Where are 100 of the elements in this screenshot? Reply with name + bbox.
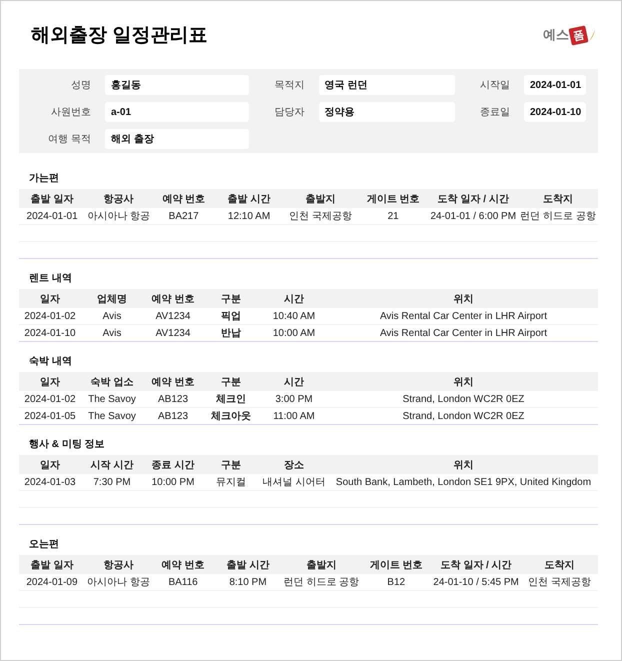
section-title: 가는편 [29, 172, 60, 186]
table-cell: 21 [358, 208, 428, 224]
table-cell: 2024-01-05 [19, 408, 81, 424]
table-cell: 2024-01-02 [19, 391, 81, 408]
table-cell: 아시아나 항공 [85, 208, 152, 224]
column-header: 예약 번호 [152, 555, 214, 574]
column-header: 장소 [259, 455, 329, 474]
field-label: 성명 [70, 79, 91, 92]
table-cell: 11:00 AM [259, 408, 329, 424]
table-cell: South Bank, Lambeth, London SE1 9PX, United Kingdom [329, 474, 598, 490]
column-header: 종료 시간 [143, 455, 203, 474]
column-header: 도착 일자 / 시간 [431, 555, 521, 574]
table-cell: AB123 [143, 408, 203, 424]
table-cell: 체크인 [203, 391, 259, 408]
column-header: 항공사 [85, 189, 152, 208]
column-header: 출발 시간 [215, 189, 283, 208]
table-cell: 런던 히드로 공항 [282, 574, 362, 590]
table-cell: 반납 [203, 324, 259, 341]
field-label: 여행 목적 [47, 133, 91, 146]
column-header: 예약 번호 [143, 372, 203, 391]
column-header: 출발 시간 [214, 555, 282, 574]
column-header: 위치 [329, 289, 598, 308]
table-cell: 2024-01-02 [19, 308, 81, 324]
section-title: 숙박 내역 [29, 355, 73, 369]
column-header: 게이트 번호 [358, 189, 428, 208]
table-cell: 2024-01-10 [19, 324, 81, 341]
column-header: 일자 [19, 455, 81, 474]
input-field[interactable]: a-01 [105, 102, 249, 122]
column-header: 출발지 [282, 189, 358, 208]
table-cell: 픽업 [203, 308, 259, 324]
section-title: 행사 & 미팅 정보 [29, 438, 106, 452]
input-field[interactable]: 홍길동 [105, 75, 249, 95]
table-cell: Avis [81, 308, 143, 324]
table-cell: BA217 [152, 208, 216, 224]
input-field[interactable]: 영국 런던 [318, 75, 454, 95]
column-header: 구분 [203, 372, 259, 391]
input-field[interactable]: 해외 출장 [105, 129, 249, 149]
column-header: 도착지 [518, 189, 598, 208]
field-label: 담당자 [274, 106, 304, 119]
input-field[interactable]: 2024-01-10 [524, 102, 586, 122]
table-cell: The Savoy [81, 391, 143, 408]
input-field[interactable]: 2024-01-01 [524, 75, 586, 95]
table-cell: Strand, London WC2R 0EZ [329, 391, 598, 408]
table-cell: 인천 국제공항 [282, 208, 358, 224]
column-header: 항공사 [84, 555, 152, 574]
section-title: 오는편 [29, 538, 60, 552]
table-cell: 8:10 PM [214, 574, 282, 590]
table-cell: B12 [361, 574, 432, 590]
logo-text: 예스 [543, 26, 569, 44]
field-label: 종료일 [479, 106, 510, 119]
table-cell: 내셔널 시어터 [259, 474, 329, 490]
column-header: 출발 일자 [19, 189, 86, 208]
table-cell: 2024-01-03 [19, 474, 81, 490]
table-cell: 12:10 AM [215, 208, 283, 224]
field-label: 시작일 [479, 79, 510, 92]
table-cell: 24-01-01 / 6:00 PM [428, 208, 518, 224]
column-header: 도착지 [520, 555, 598, 574]
column-header: 게이트 번호 [361, 555, 432, 574]
field-label: 사원번호 [50, 106, 91, 119]
table-cell: 2024-01-01 [19, 208, 86, 224]
table-cell: 3:00 PM [259, 391, 329, 408]
column-header: 출발 일자 [19, 555, 85, 574]
table-cell: AB123 [143, 391, 203, 408]
table-cell: 2024-01-09 [19, 574, 85, 590]
column-header: 출발지 [282, 555, 362, 574]
table-cell: 런던 히드로 공항 [518, 208, 598, 224]
column-header: 일자 [19, 289, 81, 308]
column-header: 시간 [259, 372, 329, 391]
page-title: 해외출장 일정관리표 [31, 24, 208, 48]
table-cell: AV1234 [143, 308, 203, 324]
table-cell: 인천 국제공항 [520, 574, 598, 590]
table-cell: Avis Rental Car Center in LHR Airport [329, 308, 598, 324]
table-cell: 10:00 PM [143, 474, 203, 490]
column-header: 위치 [329, 455, 598, 474]
table-cell: 10:00 AM [259, 324, 329, 341]
column-header: 업체명 [81, 289, 143, 308]
table-cell: BA116 [152, 574, 214, 590]
table-cell: 체크아웃 [203, 408, 259, 424]
table-cell: The Savoy [81, 408, 143, 424]
column-header: 구분 [203, 289, 259, 308]
field-label: 목적지 [274, 79, 304, 92]
input-field[interactable]: 정약용 [318, 102, 454, 122]
column-header: 시작 시간 [81, 455, 143, 474]
table-cell: 아시아나 항공 [84, 574, 152, 590]
table-cell: 7:30 PM [81, 474, 143, 490]
section-title: 렌트 내역 [29, 272, 73, 286]
column-header: 예약 번호 [152, 189, 216, 208]
column-header: 시간 [259, 289, 329, 308]
logo-badge: 폼 [568, 24, 589, 46]
column-header: 위치 [329, 372, 598, 391]
column-header: 예약 번호 [143, 289, 203, 308]
column-header: 도착 일자 / 시간 [428, 189, 518, 208]
table-cell: 뮤지컬 [203, 474, 259, 490]
table-cell: Avis [81, 324, 143, 341]
table-cell: 10:40 AM [259, 308, 329, 324]
column-header: 구분 [203, 455, 259, 474]
column-header: 일자 [19, 372, 81, 391]
column-header: 숙박 업소 [81, 372, 143, 391]
table-cell: 24-01-10 / 5:45 PM [431, 574, 521, 590]
swoosh-icon [588, 28, 596, 42]
